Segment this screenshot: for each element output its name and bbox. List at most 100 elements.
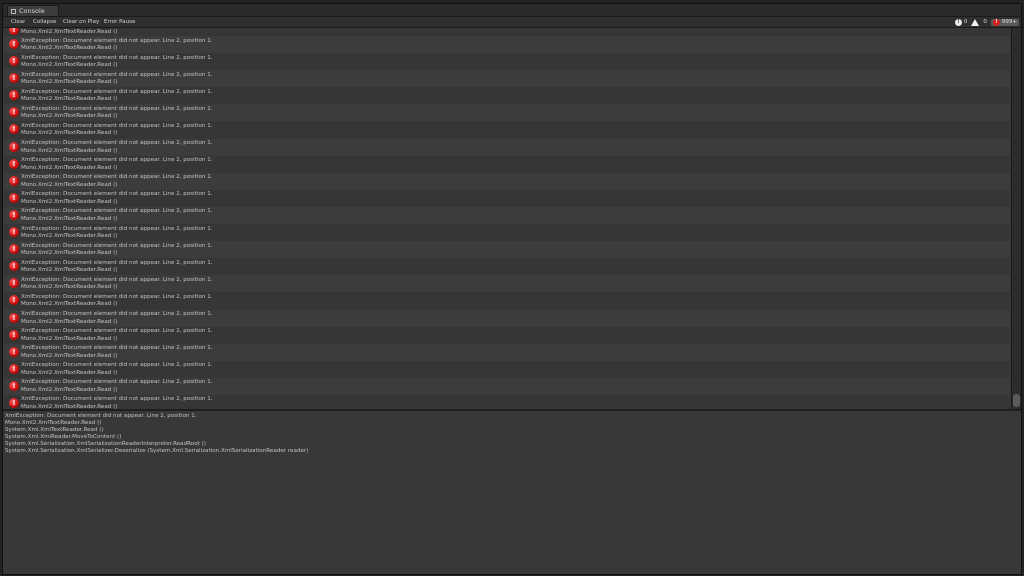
error-icon: ! xyxy=(9,107,19,118)
log-entry-message: XmlException: Document element did not a… xyxy=(21,105,213,112)
log-entry-message: XmlException: Document element did not a… xyxy=(21,242,213,249)
list-item[interactable]: ! Mono.Xml2.XmlTextReader.Read () xyxy=(3,28,1010,36)
info-count: 0 xyxy=(963,19,968,25)
log-entry-message: XmlException: Document element did not a… xyxy=(21,71,213,78)
log-entry-message: XmlException: Document element did not a… xyxy=(21,259,213,266)
list-item[interactable]: ! XmlException: Document element did not … xyxy=(3,241,1010,259)
list-item[interactable]: ! XmlException: Document element did not … xyxy=(3,292,1010,310)
log-entry-message: XmlException: Document element did not a… xyxy=(21,328,213,335)
log-list[interactable]: ! Mono.Xml2.XmlTextReader.Read () ! XmlEx… xyxy=(3,28,1010,409)
warning-icon xyxy=(971,18,980,26)
stack-trace-line: Mono.Xml2.XmlTextReader.Read () xyxy=(5,419,102,426)
list-item[interactable]: ! XmlException: Document element did not … xyxy=(3,104,1010,122)
log-entry-stack: Mono.Xml2.XmlTextReader.Read () xyxy=(21,267,118,274)
clear-button[interactable]: Clear xyxy=(9,17,27,27)
log-entry-message: XmlException: Document element did not a… xyxy=(21,88,213,95)
error-icon: ! xyxy=(992,18,1000,26)
error-icon: ! xyxy=(9,363,19,374)
log-entry-stack: Mono.Xml2.XmlTextReader.Read () xyxy=(21,301,118,308)
log-entry-stack: Mono.Xml2.XmlTextReader.Read () xyxy=(21,113,118,120)
log-counters: ! 0 0 ! 999+ xyxy=(954,17,1019,27)
stack-trace-line: System.Xml.XmlReader.MoveToContent () xyxy=(5,433,122,440)
stack-trace-line: XmlException: Document element did not a… xyxy=(5,413,197,419)
error-icon: ! xyxy=(9,312,19,323)
list-item[interactable]: ! XmlException: Document element did not … xyxy=(3,155,1010,173)
log-entry-message: XmlException: Document element did not a… xyxy=(21,225,213,232)
log-list-scrollbar[interactable] xyxy=(1011,28,1021,409)
list-item[interactable]: ! XmlException: Document element did not … xyxy=(3,36,1010,54)
log-entry-stack: Mono.Xml2.XmlTextReader.Read () xyxy=(21,28,118,35)
error-count: 999+ xyxy=(1001,19,1017,25)
log-entry-stack: Mono.Xml2.XmlTextReader.Read () xyxy=(21,233,118,240)
log-entry-message: XmlException: Document element did not a… xyxy=(21,293,213,300)
log-entry-stack: Mono.Xml2.XmlTextReader.Read () xyxy=(21,130,118,137)
error-icon: ! xyxy=(9,175,19,186)
list-item[interactable]: ! XmlException: Document element did not … xyxy=(3,138,1010,156)
error-icon: ! xyxy=(9,90,19,101)
list-item[interactable]: ! XmlException: Document element did not … xyxy=(3,224,1010,242)
tab-console[interactable]: Console xyxy=(7,5,59,16)
tab-bar: Console xyxy=(3,4,1021,17)
error-icon: ! xyxy=(9,397,19,408)
error-icon: ! xyxy=(9,28,19,35)
collapse-button[interactable]: Collapse xyxy=(31,17,58,27)
list-item[interactable]: ! XmlException: Document element did not … xyxy=(3,360,1010,378)
list-item[interactable]: ! XmlException: Document element did not … xyxy=(3,206,1010,225)
log-entry-message: XmlException: Document element did not a… xyxy=(21,379,213,386)
list-item[interactable]: ! XmlException: Document element did not … xyxy=(3,172,1010,190)
list-item[interactable]: ! XmlException: Document element did not … xyxy=(3,275,1010,293)
error-icon: ! xyxy=(9,346,19,357)
log-entry-stack: Mono.Xml2.XmlTextReader.Read () xyxy=(21,284,118,291)
list-item[interactable]: ! XmlException: Document element did not … xyxy=(3,258,1010,276)
log-entry-stack: Mono.Xml2.XmlTextReader.Read () xyxy=(21,181,118,188)
list-item[interactable]: ! XmlException: Document element did not … xyxy=(3,309,1010,327)
log-entry-message: XmlException: Document element did not a… xyxy=(21,276,213,283)
warning-toggle[interactable]: 0 xyxy=(971,18,987,26)
log-entry-message: XmlException: Document element did not a… xyxy=(21,140,213,147)
list-item[interactable]: ! XmlException: Document element did not … xyxy=(3,343,1010,361)
info-toggle[interactable]: ! 0 xyxy=(954,18,968,26)
log-entry-message: XmlException: Document element did not a… xyxy=(21,345,213,352)
console-window: Console Clear Collapse Clear on Play Err… xyxy=(2,3,1022,575)
log-entry-message: XmlException: Document element did not a… xyxy=(21,362,213,369)
log-entry-message: XmlException: Document element did not a… xyxy=(21,157,213,164)
error-icon: ! xyxy=(9,278,19,289)
list-item[interactable]: ! XmlException: Document element did not … xyxy=(3,70,1010,88)
error-icon: ! xyxy=(9,295,19,306)
log-entry-stack: Mono.Xml2.XmlTextReader.Read () xyxy=(21,45,118,51)
log-entry-stack: Mono.Xml2.XmlTextReader.Read () xyxy=(21,96,118,103)
log-entry-message: XmlException: Document element did not a… xyxy=(21,122,213,129)
list-item[interactable]: ! XmlException: Document element did not … xyxy=(3,53,1010,71)
error-toggle[interactable]: ! 999+ xyxy=(990,18,1019,26)
list-item[interactable]: ! XmlException: Document element did not … xyxy=(3,394,1010,409)
log-entry-stack: Mono.Xml2.XmlTextReader.Read () xyxy=(21,198,118,205)
clear-on-play-button[interactable]: Clear on Play xyxy=(61,17,101,27)
stack-trace-panel: XmlException: Document element did not a… xyxy=(3,411,1021,574)
error-icon: ! xyxy=(9,244,19,255)
error-icon: ! xyxy=(9,73,19,84)
list-item[interactable]: ! XmlException: Document element did not … xyxy=(3,121,1010,139)
scrollbar-thumb[interactable] xyxy=(1013,394,1020,407)
log-entry-stack: Mono.Xml2.XmlTextReader.Read () xyxy=(21,352,118,359)
tab-console-label: Console xyxy=(19,7,45,15)
log-entry-stack: Mono.Xml2.XmlTextReader.Read () xyxy=(21,62,118,69)
log-entry-stack: Mono.Xml2.XmlTextReader.Read () xyxy=(21,215,118,222)
error-pause-button[interactable]: Error Pause xyxy=(102,17,137,27)
list-item[interactable]: ! XmlException: Document element did not … xyxy=(3,87,1010,105)
list-item[interactable]: ! XmlException: Document element did not … xyxy=(3,326,1010,344)
log-entry-stack: Mono.Xml2.XmlTextReader.Read () xyxy=(21,164,118,171)
stack-trace-line: System.Xml.Serialization.XmlSerializer.D… xyxy=(5,447,309,454)
log-entry-stack: Mono.Xml2.XmlTextReader.Read () xyxy=(21,147,118,154)
list-item[interactable]: ! XmlException: Document element did not … xyxy=(3,189,1010,207)
log-entry-message: XmlException: Document element did not a… xyxy=(21,37,213,44)
log-entry-message: XmlException: Document element did not a… xyxy=(21,311,213,317)
log-entry-message: XmlException: Document element did not a… xyxy=(21,396,213,403)
log-entry-stack: Mono.Xml2.XmlTextReader.Read () xyxy=(21,335,118,342)
list-item[interactable]: ! XmlException: Document element did not … xyxy=(3,377,1010,395)
log-entry-stack: Mono.Xml2.XmlTextReader.Read () xyxy=(21,369,118,376)
error-icon: ! xyxy=(9,39,19,49)
log-entry-stack: Mono.Xml2.XmlTextReader.Read () xyxy=(21,386,118,393)
error-icon: ! xyxy=(9,124,19,135)
log-entry-message: XmlException: Document element did not a… xyxy=(21,174,213,181)
stack-trace-line: System.Xml.Serialization.XmlSerializatio… xyxy=(5,440,206,447)
